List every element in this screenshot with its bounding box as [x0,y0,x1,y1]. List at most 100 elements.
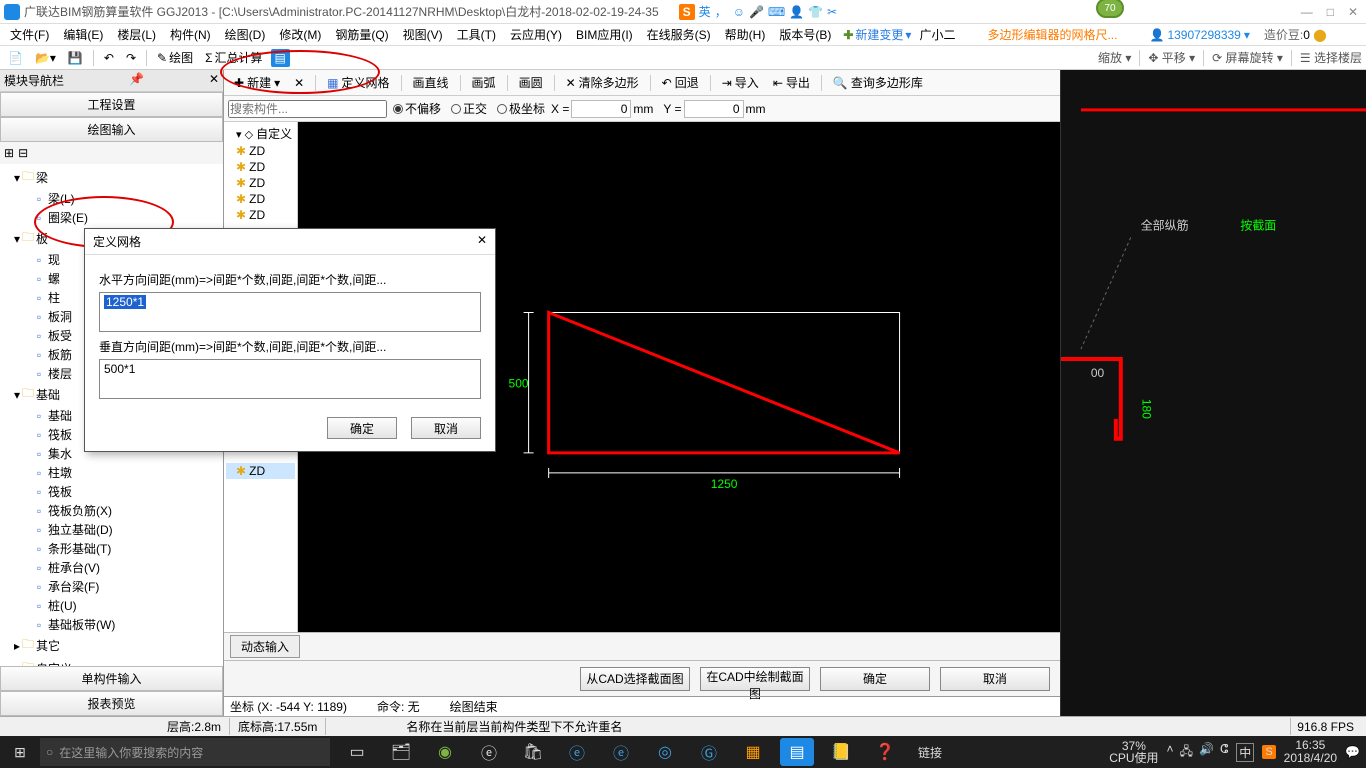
tree-node[interactable]: ▫承台梁(F) [2,577,221,596]
menu-edit[interactable]: 编辑(E) [57,24,109,45]
tree-node[interactable]: ▫桩(U) [2,596,221,615]
x-input[interactable] [571,100,631,118]
section-draw-input[interactable]: 绘图输入 [0,117,223,142]
menu-help[interactable]: 帮助(H) [719,24,772,45]
v-spacing-input[interactable]: 500*1 [99,359,481,399]
save-icon[interactable]: 💾 [64,50,87,66]
menu-online[interactable]: 在线服务(S) [641,24,717,45]
undo-icon[interactable]: ↶ [100,50,118,66]
section-single-input[interactable]: 单构件输入 [0,666,223,691]
pan-button[interactable]: ✥ 平移 ▾ [1148,49,1195,66]
menu-bim[interactable]: BIM应用(I) [570,24,639,45]
app2-icon[interactable]: Ⓖ [692,738,726,766]
edge-legacy-icon[interactable]: ⓔ [472,738,506,766]
mini-tree-selected[interactable]: ✱ ZD [226,463,295,479]
link-text[interactable]: 链接 [918,744,942,761]
draw-circle-button[interactable]: 画圆 [513,72,549,93]
radio-polar[interactable]: 极坐标 [497,100,545,117]
h-spacing-input[interactable]: 1250*1 [99,292,481,332]
draw-arc-button[interactable]: 画弧 [466,72,502,93]
undo-button[interactable]: ↶ 回退 [656,72,705,93]
menu-component[interactable]: 构件(N) [164,24,217,45]
ggj-icon[interactable]: ▤ [780,738,814,766]
draw-button[interactable]: ✎ 绘图 [153,48,197,67]
menu-version[interactable]: 版本号(B) [773,24,837,45]
mini-tree-root[interactable]: ▾ ◇ 自定义 [226,124,295,143]
ime-lang[interactable]: 中 [1236,743,1254,762]
user-radio[interactable]: 广小二 [917,26,955,43]
rotate-button[interactable]: ⟳ 屏幕旋转 ▾ [1212,49,1283,66]
cpu-meter[interactable]: 37%CPU使用 [1109,740,1158,764]
tree-node[interactable]: ▫独立基础(D) [2,520,221,539]
close-pane-icon[interactable]: ✕ [209,72,219,89]
redo-icon[interactable]: ↷ [122,50,140,66]
clear-polygon-button[interactable]: ✕ 清除多边形 [560,72,645,93]
open-file-icon[interactable]: 📂▾ [31,50,60,66]
score-badge[interactable]: 70 [1096,0,1124,18]
explorer-icon[interactable]: 🗂 [384,738,418,766]
menu-cloud[interactable]: 云应用(Y) [504,24,568,45]
query-library-button[interactable]: 🔍 查询多边形库 [827,72,929,93]
menu-rebar[interactable]: 钢筋量(Q) [329,24,394,45]
zoom-button[interactable]: 缩放 ▾ [1098,49,1131,66]
menu-draw[interactable]: 绘图(D) [219,24,272,45]
import-button[interactable]: ⇥ 导入 [716,72,765,93]
edge-icon[interactable]: ⓔ [560,738,594,766]
maximize-button[interactable]: □ [1327,5,1334,19]
select-floor-button[interactable]: ☰ 选择楼层 [1300,49,1362,66]
tree-node[interactable]: ▫柱墩 [2,463,221,482]
store-icon[interactable]: 🛍 [516,738,550,766]
pin-icon[interactable]: 📌 [129,72,144,89]
clock[interactable]: 16:352018/4/20 [1284,739,1337,765]
app3-icon[interactable]: ▦ [736,738,770,766]
menu-tools[interactable]: 工具(T) [451,24,502,45]
ie-icon[interactable]: ⓔ [604,738,638,766]
new-change-button[interactable]: ✚新建变更▾ [839,24,915,45]
dialog-close-icon[interactable]: ✕ [477,233,487,250]
new-file-icon[interactable]: 📄 [4,50,27,66]
radio-no-offset[interactable]: 不偏移 [393,100,441,117]
tree-node[interactable]: ▫条形基础(T) [2,539,221,558]
close-button[interactable]: ✕ [1348,5,1358,19]
define-grid-button[interactable]: ▦ 定义网格 [321,72,395,93]
notification-icon[interactable]: 💬 [1345,745,1360,759]
account-button[interactable]: 👤13907298339▾ [1149,28,1249,42]
y-input[interactable] [684,100,744,118]
sogou-tray-icon[interactable]: S [1262,745,1275,759]
ok-button[interactable]: 确定 [820,667,930,691]
menu-modify[interactable]: 修改(M) [273,24,327,45]
draw-line-button[interactable]: 画直线 [407,72,455,93]
dynamic-input-button[interactable]: 动态输入 [230,635,300,658]
taskbar-search[interactable]: ○ 在这里输入你要搜索的内容 [40,738,330,766]
collapse-icon[interactable]: ⊟ [18,146,28,160]
section-project-settings[interactable]: 工程设置 [0,92,223,117]
menu-floor[interactable]: 楼层(L) [111,24,162,45]
section-report[interactable]: 报表预览 [0,691,223,716]
tree-node[interactable]: ▫梁(L) [2,189,221,208]
sum-button[interactable]: Σ 汇总计算 [201,48,266,67]
menu-view[interactable]: 视图(V) [397,24,449,45]
system-tray[interactable]: ˄🖧🔊ⵛ [1167,742,1229,763]
search-component-input[interactable] [228,100,387,118]
app1-icon[interactable]: ◉ [428,738,462,766]
export-button[interactable]: ⇤ 导出 [767,72,816,93]
start-button[interactable]: ⊞ [0,744,40,761]
tree-node[interactable]: ▾🗀自定义 [2,657,221,666]
app-icon-small[interactable]: ▤ [271,49,290,67]
browser-icon[interactable]: ◎ [648,738,682,766]
in-cad-draw-button[interactable]: 在CAD中绘制截面图 [700,667,810,691]
cancel-button[interactable]: 取消 [940,667,1050,691]
sogou-icon[interactable]: S [679,4,695,20]
dialog-cancel-button[interactable]: 取消 [411,417,481,439]
delete-icon[interactable]: ✕ [288,74,310,92]
radio-ortho[interactable]: 正交 [451,100,487,117]
tree-node[interactable]: ▫筏板负筋(X) [2,501,221,520]
notes-icon[interactable]: 📒 [824,738,858,766]
dialog-ok-button[interactable]: 确定 [327,417,397,439]
help-icon[interactable]: ❓ [868,738,902,766]
tree-node[interactable]: ▾🗀梁 [2,166,221,189]
tree-node[interactable]: ▫桩承台(V) [2,558,221,577]
tree-node[interactable]: ▫圈梁(E) [2,208,221,227]
expand-icon[interactable]: ⊞ [4,146,14,160]
menu-file[interactable]: 文件(F) [4,24,55,45]
